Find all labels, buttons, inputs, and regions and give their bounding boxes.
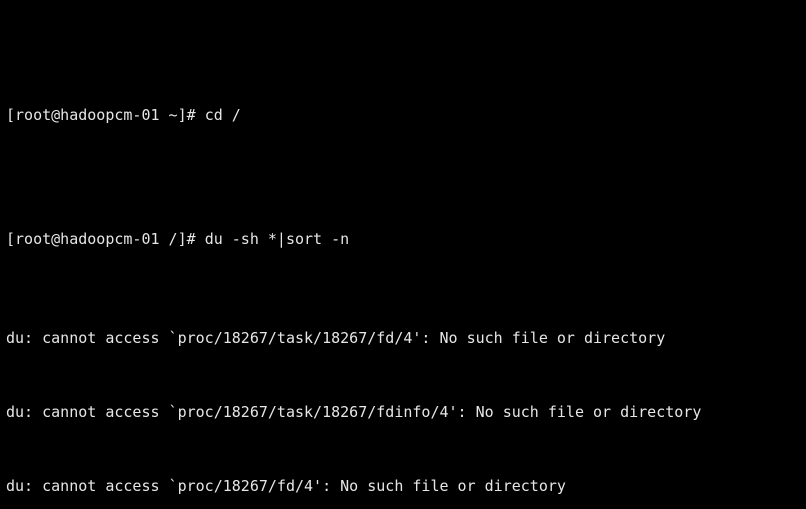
prompt-open-bracket: [	[6, 106, 15, 124]
prompt-close-bracket: ]#	[178, 106, 205, 124]
prompt-line-1: [root@hadoopcm-01 ~]# cd /	[6, 78, 800, 128]
prompt-open-bracket: [	[6, 230, 15, 248]
error-line: du: cannot access `proc/18267/task/18267…	[6, 400, 800, 425]
command-text: cd /	[205, 106, 241, 124]
error-text: du: cannot access `proc/18267/task/18267…	[6, 403, 701, 421]
error-line: du: cannot access `proc/18267/task/18267…	[6, 326, 800, 351]
prompt-line-2: [root@hadoopcm-01 /]# du -sh *|sort -n	[6, 202, 800, 252]
error-text: du: cannot access `proc/18267/fd/4': No …	[6, 477, 566, 495]
prompt-userhost: root@hadoopcm-01 /	[15, 230, 178, 248]
prompt-userhost: root@hadoopcm-01 ~	[15, 106, 178, 124]
command-text: du -sh *|sort -n	[205, 230, 350, 248]
error-line: du: cannot access `proc/18267/fd/4': No …	[6, 474, 800, 499]
error-text: du: cannot access `proc/18267/task/18267…	[6, 329, 665, 347]
terminal-window[interactable]: [root@hadoopcm-01 ~]# cd / [root@hadoopc…	[0, 0, 806, 509]
prompt-close-bracket: ]#	[178, 230, 205, 248]
